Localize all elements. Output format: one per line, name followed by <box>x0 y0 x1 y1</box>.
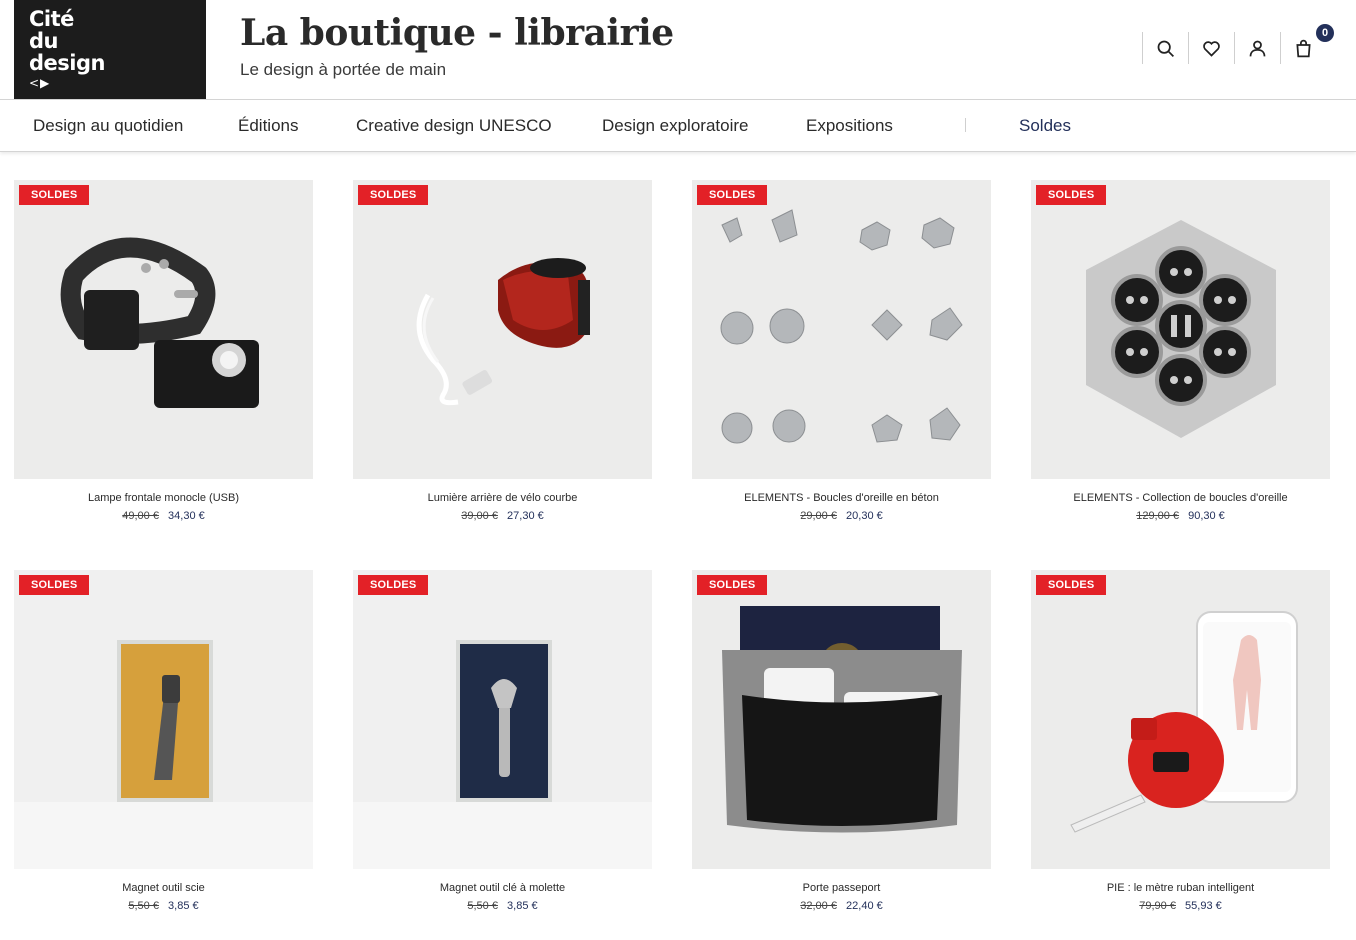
product-card[interactable]: SOLDES Magnet outil scie 5,50 € 3,85 € <box>14 570 313 912</box>
old-price: 129,00 € <box>1136 510 1180 522</box>
sale-price: 34,30 € <box>168 510 205 522</box>
nav-item-creative-design-unesco[interactable]: Creative design UNESCO <box>356 116 552 136</box>
product-card[interactable]: SOLDES Magnet outil clé à molette 5,50 €… <box>353 570 652 912</box>
sale-badge: SOLDES <box>358 575 429 595</box>
nav-divider <box>965 118 966 132</box>
sale-badge: SOLDES <box>697 575 768 595</box>
product-image[interactable]: SOLDES <box>1031 570 1330 869</box>
sale-badge: SOLDES <box>358 185 429 205</box>
sale-price: 27,30 € <box>507 510 544 522</box>
product-name[interactable]: Magnet outil clé à molette <box>353 882 652 894</box>
product-card[interactable]: SOLDES Lumière arrière de vélo courbe 39… <box>353 180 652 522</box>
sale-badge: SOLDES <box>697 185 768 205</box>
concrete-earrings-image <box>720 209 963 444</box>
product-image[interactable]: SOLDES <box>692 180 991 479</box>
sale-price: 20,30 € <box>846 510 883 522</box>
cite-du-design-logo[interactable]: Cité du design <▶ <box>14 0 206 99</box>
product-card[interactable]: SOLDES ELEMENTS - Boucles d'oreille en b… <box>692 180 991 522</box>
old-price: 29,00 € <box>800 510 837 522</box>
product-image[interactable]: SOLDES <box>692 570 991 869</box>
sale-price: 22,40 € <box>846 900 883 912</box>
product-image[interactable]: SOLDES <box>14 180 313 479</box>
product-card[interactable]: SOLDES PIE : le mètre ruban intelligent … <box>1031 570 1330 912</box>
head-lamp-image <box>60 237 259 408</box>
product-prices: 32,00 € 22,40 € <box>692 900 991 912</box>
product-image[interactable]: SOLDES <box>14 570 313 869</box>
product-card[interactable]: SOLDES Porte passeport 32,00 € 22,40 € <box>692 570 991 912</box>
product-name[interactable]: Lumière arrière de vélo courbe <box>353 492 652 504</box>
nav-item-design-au-quotidien[interactable]: Design au quotidien <box>33 116 183 136</box>
account-button[interactable] <box>1234 32 1280 64</box>
product-prices: 5,50 € 3,85 € <box>14 900 313 912</box>
bike-light-image <box>416 258 590 406</box>
product-image[interactable]: SOLDES <box>353 180 652 479</box>
sale-price: 90,30 € <box>1188 510 1225 522</box>
nav-item-soldes[interactable]: Soldes <box>1019 116 1071 136</box>
old-price: 5,50 € <box>467 900 498 912</box>
product-image[interactable]: SOLDES <box>353 570 652 869</box>
product-name[interactable]: Magnet outil scie <box>14 882 313 894</box>
nav-item-design-exploratoire[interactable]: Design exploratoire <box>602 116 748 136</box>
search-icon <box>1157 40 1174 57</box>
sale-badge: SOLDES <box>19 185 90 205</box>
cart-button[interactable]: 0 <box>1280 24 1334 64</box>
page-title: La boutique - librairie <box>240 12 674 54</box>
cart-count-badge: 0 <box>1316 24 1334 42</box>
old-price: 32,00 € <box>800 900 837 912</box>
product-prices: 5,50 € 3,85 € <box>353 900 652 912</box>
product-card[interactable]: SOLDES Lampe frontale monocle (USB) 49,0… <box>14 180 313 522</box>
product-prices: 39,00 € 27,30 € <box>353 510 652 522</box>
earrings-collection-image <box>1086 220 1276 438</box>
logo-text: Cité du design <box>29 7 105 75</box>
heart-icon <box>1203 40 1220 57</box>
sale-price: 55,93 € <box>1185 900 1222 912</box>
product-prices: 129,00 € 90,30 € <box>1031 510 1330 522</box>
main-nav: Design au quotidien Éditions Creative de… <box>0 100 1356 152</box>
sale-badge: SOLDES <box>1036 185 1107 205</box>
smart-tape-measure-image <box>1070 611 1298 833</box>
saw-magnet-image <box>14 640 313 869</box>
nav-item-editions[interactable]: Éditions <box>238 116 298 136</box>
sale-price: 3,85 € <box>507 900 538 912</box>
product-name[interactable]: ELEMENTS - Boucles d'oreille en béton <box>692 492 991 504</box>
user-icon <box>1249 40 1266 56</box>
old-price: 49,00 € <box>122 510 159 522</box>
old-price: 79,90 € <box>1139 900 1176 912</box>
nav-item-expositions[interactable]: Expositions <box>806 116 893 136</box>
search-button[interactable] <box>1142 32 1188 64</box>
logo-mark: <▶ <box>29 76 51 90</box>
page-tagline: Le design à portée de main <box>240 60 447 79</box>
product-name[interactable]: PIE : le mètre ruban intelligent <box>1031 882 1330 894</box>
product-image[interactable]: SOLDES <box>1031 180 1330 479</box>
product-prices: 79,90 € 55,93 € <box>1031 900 1330 912</box>
product-name[interactable]: Porte passeport <box>692 882 991 894</box>
sale-price: 3,85 € <box>168 900 199 912</box>
passport-holder-image <box>722 606 962 833</box>
sale-badge: SOLDES <box>19 575 90 595</box>
header-icons: 0 <box>1142 24 1334 64</box>
sale-badge: SOLDES <box>1036 575 1107 595</box>
product-prices: 49,00 € 34,30 € <box>14 510 313 522</box>
site-header: Cité du design <▶ La boutique - librairi… <box>0 0 1356 100</box>
bag-icon <box>1296 39 1311 57</box>
product-name[interactable]: ELEMENTS - Collection de boucles d'oreil… <box>1031 492 1330 504</box>
product-prices: 29,00 € 20,30 € <box>692 510 991 522</box>
old-price: 5,50 € <box>128 900 159 912</box>
product-name[interactable]: Lampe frontale monocle (USB) <box>14 492 313 504</box>
old-price: 39,00 € <box>461 510 498 522</box>
wishlist-button[interactable] <box>1188 32 1234 64</box>
wrench-magnet-image <box>353 640 652 869</box>
product-card[interactable]: SOLDES ELEMENTS - Collection de boucles … <box>1031 180 1330 522</box>
